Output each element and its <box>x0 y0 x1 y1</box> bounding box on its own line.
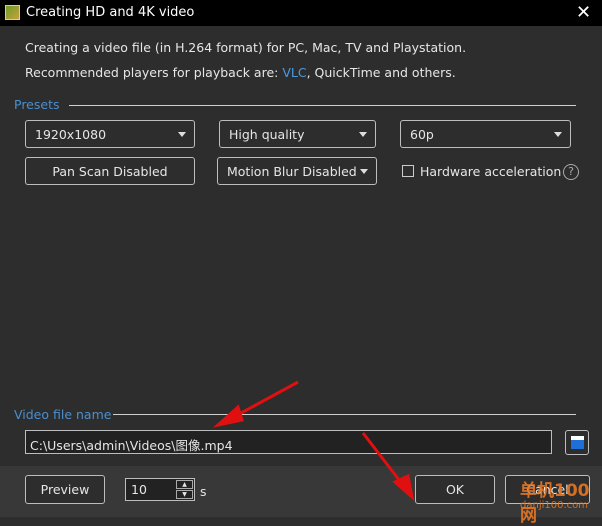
arrow-to-ok <box>361 432 405 486</box>
arrow-to-filename <box>231 380 299 420</box>
annotation-arrows <box>212 380 415 502</box>
arrowhead <box>212 404 244 428</box>
